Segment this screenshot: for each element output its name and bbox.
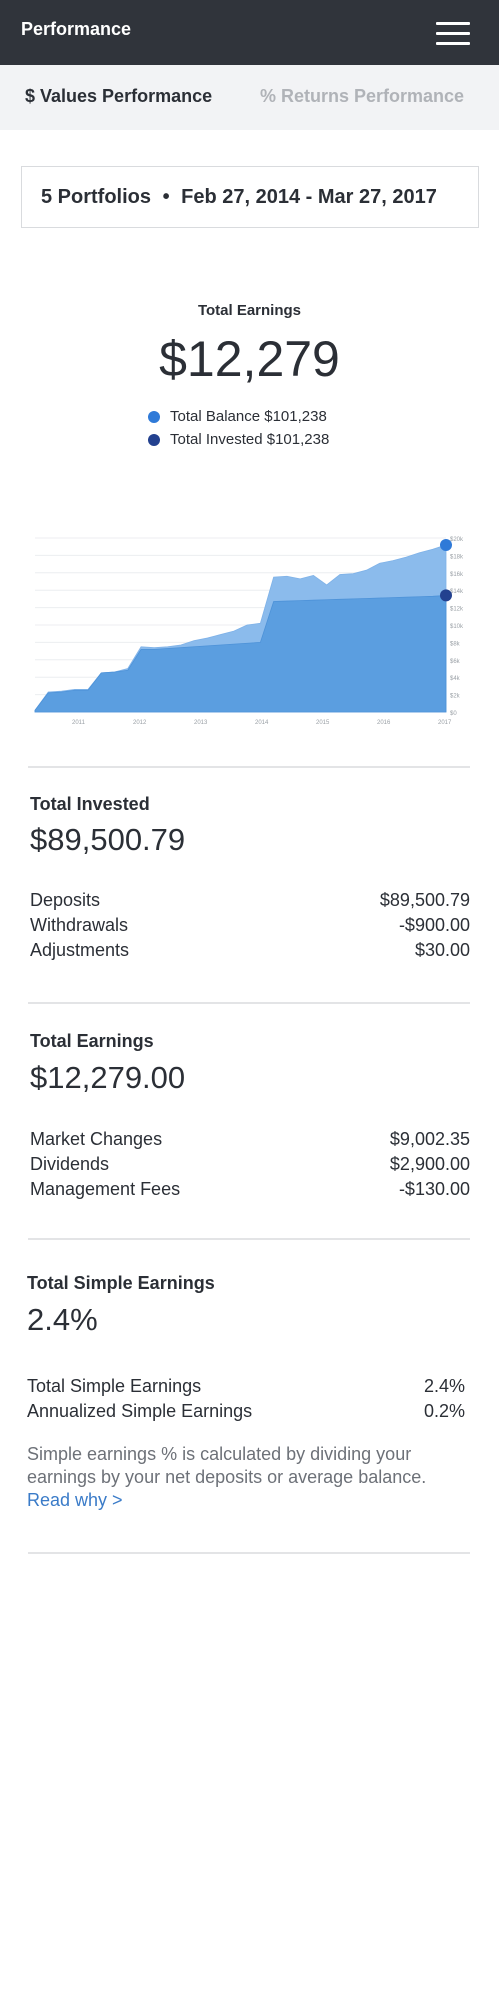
tab-values-performance[interactable]: $ Values Performance	[25, 86, 212, 107]
simple-earnings-value: 2.4%	[27, 1302, 98, 1337]
page-title: Performance	[21, 19, 132, 39]
divider	[28, 766, 470, 768]
y-tick-label: $12k	[450, 607, 464, 613]
total-earnings-value: $12,279	[159, 331, 340, 387]
x-tick-label: 2011	[72, 720, 86, 726]
date-range: Feb 27, 2014 - Mar 27, 2017	[181, 186, 437, 208]
total-earnings-section-value: $12,279.00	[30, 1060, 186, 1095]
earnings-row-management-fees: Management Fees -$130.00	[30, 1179, 470, 1199]
y-tick-label: $10k	[450, 624, 464, 630]
simple-row-total: Total Simple Earnings 2.4%	[27, 1376, 465, 1396]
x-tick-label: 2016	[377, 720, 391, 726]
x-tick-label: 2017	[438, 720, 452, 726]
range-text: 5 Portfolios • Feb 27, 2014 - Mar 27, 20…	[41, 186, 437, 209]
y-tick-label: $18k	[450, 554, 464, 560]
invested-row-adjustments: Adjustments $30.00	[30, 940, 470, 960]
y-tick-label: $8k	[450, 641, 461, 647]
divider	[28, 1238, 470, 1240]
portfolio-range-selector[interactable]: 5 Portfolios • Feb 27, 2014 - Mar 27, 20…	[21, 166, 479, 228]
x-tick-label: 2014	[255, 720, 269, 726]
x-tick-label: 2015	[316, 720, 330, 726]
total-earnings-section-label: Total Earnings	[30, 1031, 154, 1051]
y-tick-label: $6k	[450, 659, 461, 665]
y-tick-label: $4k	[450, 676, 461, 682]
range-separator: •	[162, 186, 170, 208]
series-end-dot-balance	[440, 538, 452, 551]
simple-row-annualized: Annualized Simple Earnings 0.2%	[27, 1401, 465, 1421]
performance-chart: $0 $2k $4k $6k $8k $10k $12k $14k $16k $18k $20k 20…	[34, 537, 464, 726]
y-tick-label: $14k	[450, 589, 464, 595]
legend-dot-invested	[148, 434, 160, 446]
total-earnings-label: Total Earnings	[197, 302, 302, 319]
simple-earnings-note: Simple earnings % is calculated by divid…	[27, 1444, 427, 1510]
legend-dot-balance	[148, 411, 160, 423]
top-bar: Performance	[0, 0, 499, 65]
divider	[28, 1552, 470, 1554]
total-invested-value: $89,500.79	[30, 822, 186, 857]
y-tick-label: $0	[450, 711, 457, 717]
tab-returns-performance[interactable]: % Returns Performance	[260, 86, 464, 107]
earnings-row-market-changes: Market Changes $9,002.35	[30, 1129, 470, 1149]
earnings-row-dividends: Dividends $2,900.00	[30, 1154, 470, 1174]
read-why-link[interactable]: Read why >	[27, 1490, 123, 1510]
performance-tabs: $ Values Performance % Returns Performan…	[0, 65, 499, 130]
y-tick-label: $2k	[450, 694, 461, 700]
invested-row-deposits: Deposits $89,500.79	[30, 890, 470, 910]
hamburger-menu-icon[interactable]	[436, 22, 470, 46]
x-tick-label: 2013	[194, 720, 208, 726]
portfolio-count: 5 Portfolios	[41, 186, 152, 208]
series-area-invested	[34, 594, 447, 713]
x-tick-label: 2012	[133, 720, 147, 726]
total-invested-label: Total Invested	[30, 794, 150, 814]
y-tick-label: $20k	[450, 537, 464, 543]
divider	[28, 1002, 470, 1004]
simple-earnings-label: Total Simple Earnings	[27, 1273, 215, 1293]
y-tick-label: $16k	[450, 572, 464, 578]
series-end-dot-invested	[440, 589, 452, 602]
invested-row-withdrawals: Withdrawals -$900.00	[30, 915, 470, 935]
